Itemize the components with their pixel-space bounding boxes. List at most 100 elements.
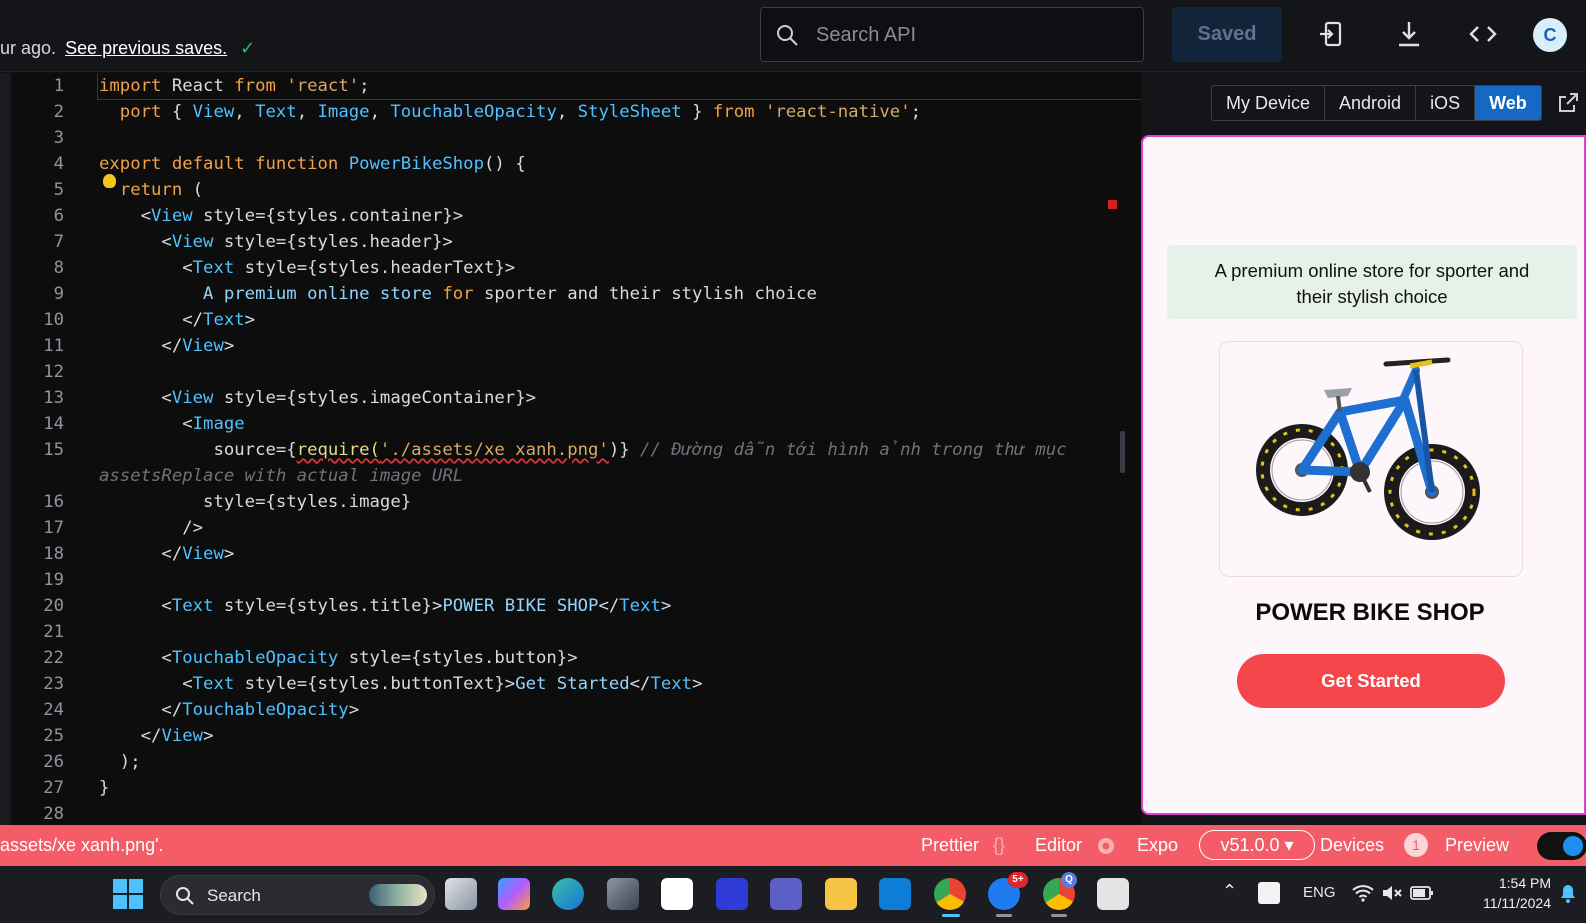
app-icon[interactable]	[716, 878, 748, 910]
code-token: >	[203, 726, 214, 746]
code-line[interactable]: 8 <Text style={styles.headerText}>	[0, 255, 1141, 281]
bike-image-container	[1219, 341, 1523, 577]
code-line-wrapped[interactable]: assetsReplace with actual image URL	[0, 463, 1141, 489]
code-line[interactable]: 28	[0, 801, 1141, 825]
code-line[interactable]: 10 </Text>	[0, 307, 1141, 333]
code-token: Text	[203, 310, 245, 330]
saved-button[interactable]: Saved	[1172, 7, 1282, 62]
sdk-version-select[interactable]: v51.0.0 ▾	[1199, 830, 1315, 860]
code-line[interactable]: 25 </View>	[0, 723, 1141, 749]
tab-web[interactable]: Web	[1475, 86, 1541, 120]
editor-scrollbar[interactable]	[1120, 431, 1125, 473]
speaker-muted-icon[interactable]	[1381, 884, 1403, 902]
taskbar-search[interactable]: Search	[160, 875, 435, 915]
code-line[interactable]: 23 <Text style={styles.buttonText}>Get S…	[0, 671, 1141, 697]
code-line[interactable]: 17 />	[0, 515, 1141, 541]
editor-settings-button[interactable]: Editor	[1035, 835, 1082, 856]
code-token: A premium online store	[203, 284, 443, 304]
saved-check-icon: ✓	[240, 38, 256, 58]
clock[interactable]: 1:54 PM 11/11/2024	[1466, 873, 1551, 913]
tab-my-device[interactable]: My Device	[1212, 86, 1326, 120]
get-started-button[interactable]: Get Started	[1237, 654, 1505, 708]
zalo-icon[interactable]: 5+	[988, 872, 1028, 910]
taskbar-search-label: Search	[207, 886, 261, 905]
task-view-icon[interactable]	[445, 878, 477, 910]
code-token: </	[598, 596, 620, 616]
battery-icon[interactable]	[1410, 885, 1434, 901]
language-indicator[interactable]: ENG	[1303, 884, 1336, 901]
windows-start-icon[interactable]	[113, 879, 143, 909]
notification-bell-icon[interactable]	[1559, 884, 1577, 904]
code-line[interactable]: 14 <Image	[0, 411, 1141, 437]
code-token: POWER BIKE SHOP	[442, 596, 599, 616]
code-line[interactable]: 21	[0, 619, 1141, 645]
line-number: 11	[43, 336, 64, 356]
code-token: TouchableOpacity	[182, 700, 349, 720]
code-line[interactable]: 2 port { View, Text, Image, TouchableOpa…	[0, 99, 1141, 125]
open-external-icon[interactable]	[1556, 91, 1580, 115]
snipping-tool-icon[interactable]	[1097, 878, 1129, 910]
gear-icon[interactable]	[1095, 835, 1117, 857]
prettier-button[interactable]: Prettier	[921, 835, 979, 856]
code-line[interactable]: 6 <View style={styles.container}>	[0, 203, 1141, 229]
avatar[interactable]: C	[1533, 18, 1567, 52]
code-line[interactable]: 27}	[0, 775, 1141, 801]
devices-button[interactable]: Devices	[1320, 835, 1384, 856]
code-line[interactable]: 16 style={styles.image}	[0, 489, 1141, 515]
tray-app-icon[interactable]	[1258, 882, 1280, 904]
code-token: >	[660, 596, 672, 616]
code-line[interactable]: 4 export default function PowerBikeShop()…	[0, 151, 1141, 177]
see-previous-saves-link[interactable]: See previous saves.	[65, 38, 227, 58]
code-token: style={styles.button}>	[338, 648, 578, 668]
code-line[interactable]: 18 </View>	[0, 541, 1141, 567]
code-token: import	[99, 76, 162, 96]
clock-time: 1:54 PM	[1498, 875, 1551, 891]
code-editor[interactable]: 1 import React from 'react'; 2 port { Vie…	[0, 73, 1141, 825]
preview-toggle[interactable]	[1537, 832, 1586, 860]
devices-count-badge: 1	[1404, 833, 1428, 857]
vscode-icon[interactable]	[879, 878, 911, 910]
tab-android[interactable]: Android	[1325, 86, 1417, 120]
lightbulb-icon[interactable]	[103, 174, 116, 188]
platform-selector: My Device Android iOS Web	[1211, 85, 1542, 121]
code-line[interactable]: 24 </TouchableOpacity>	[0, 697, 1141, 723]
code-icon[interactable]	[1467, 18, 1499, 50]
code-token: style={styles.headerText}>	[234, 258, 516, 278]
code-line[interactable]: 19	[0, 567, 1141, 593]
code-line[interactable]: 12	[0, 359, 1141, 385]
code-line[interactable]: 7 <View style={styles.header}>	[0, 229, 1141, 255]
line-number: 27	[43, 778, 64, 798]
code-line[interactable]: 1 import React from 'react';	[54, 73, 1141, 100]
line-number: 12	[43, 362, 64, 382]
error-message[interactable]: assets/xe xanh.png'.	[0, 835, 164, 856]
chrome-profile-icon[interactable]: Q	[1043, 872, 1077, 910]
code-token: {	[161, 102, 193, 122]
code-line[interactable]: 9 A premium online store for sporter and…	[0, 281, 1141, 307]
edge-icon[interactable]	[552, 878, 584, 910]
code-line[interactable]: 20 <Text style={styles.title}>POWER BIKE…	[0, 593, 1141, 619]
wifi-icon[interactable]	[1352, 884, 1374, 902]
store-icon[interactable]	[661, 878, 693, 910]
app-icon[interactable]	[607, 878, 639, 910]
login-icon[interactable]	[1316, 18, 1348, 50]
tab-ios[interactable]: iOS	[1416, 86, 1476, 120]
code-line[interactable]: 15 source={require('./assets/xe xanh.png…	[0, 437, 1141, 463]
chevron-up-icon[interactable]: ⌃	[1222, 881, 1237, 902]
code-line[interactable]: 5 return (	[0, 177, 1141, 203]
code-token: style={styles.buttonText}>	[234, 674, 516, 694]
chrome-icon[interactable]	[934, 878, 966, 910]
line-number: 3	[53, 128, 64, 148]
search-api-input[interactable]: Search API	[760, 7, 1144, 62]
code-token: </	[99, 544, 183, 564]
code-line[interactable]: 26 );	[0, 749, 1141, 775]
copilot-icon[interactable]	[498, 878, 530, 910]
code-line[interactable]: 11 </View>	[0, 333, 1141, 359]
teams-icon[interactable]	[770, 878, 802, 910]
bike-image	[1256, 357, 1480, 540]
code-line[interactable]: 22 <TouchableOpacity style={styles.butto…	[0, 645, 1141, 671]
code-line[interactable]: 13 <View style={styles.imageContainer}>	[0, 385, 1141, 411]
code-line[interactable]: 3	[0, 125, 1141, 151]
download-icon[interactable]	[1393, 18, 1425, 50]
code-lines[interactable]: 1 import React from 'react'; 2 port { Vie…	[0, 73, 1141, 825]
file-explorer-icon[interactable]	[825, 878, 857, 910]
